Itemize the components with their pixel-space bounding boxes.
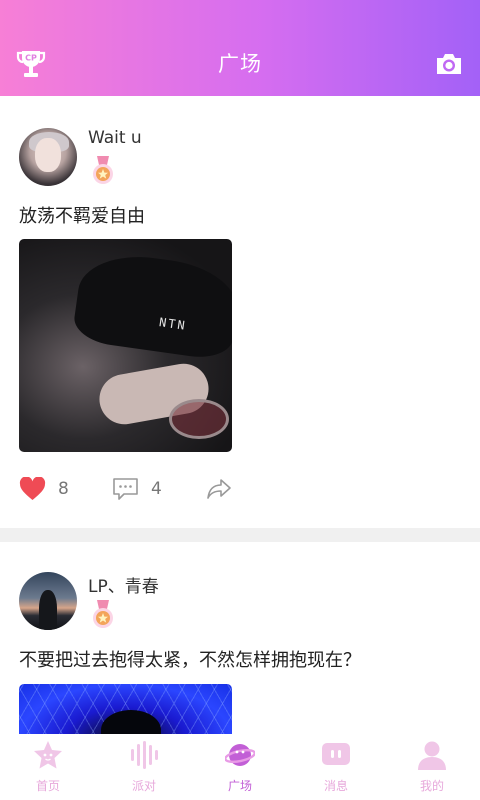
like-button[interactable]: 8 xyxy=(19,474,69,504)
tab-party[interactable]: 派对 xyxy=(96,734,192,800)
tab-square[interactable]: 广场 xyxy=(192,734,288,800)
post-text: 不要把过去抱得太紧，不然怎样拥抱现在？ xyxy=(19,650,361,671)
tab-label: 派对 xyxy=(131,779,156,793)
tab-home[interactable]: 首页 xyxy=(0,734,96,800)
message-icon xyxy=(322,743,350,765)
bottom-tab-bar: 首页 派对 广场 消息 我的 xyxy=(0,734,480,800)
comment-button[interactable]: 4 xyxy=(112,474,162,504)
avatar[interactable] xyxy=(19,128,77,186)
tab-profile[interactable]: 我的 xyxy=(384,734,480,800)
feed-post: Wait u 放荡不羁爱自由 NTN 8 4 xyxy=(0,96,480,528)
rank-medal-icon xyxy=(93,600,113,628)
post-text: 放荡不羁爱自由 xyxy=(19,206,145,227)
post-photo[interactable]: NTN xyxy=(19,239,232,452)
tab-messages[interactable]: 消息 xyxy=(288,734,384,800)
sound-wave-icon xyxy=(131,741,158,769)
square-feed[interactable]: Wait u 放荡不羁爱自由 NTN 8 4 LP、青春 不要把过去抱得太紧，不… xyxy=(0,96,480,734)
star-face-icon xyxy=(34,741,62,769)
share-button[interactable] xyxy=(206,474,232,504)
share-icon xyxy=(207,479,231,499)
profile-icon xyxy=(418,741,446,770)
feed-post: LP、青春 不要把过去抱得太紧，不然怎样拥抱现在？ xyxy=(0,542,480,734)
comment-count: 4 xyxy=(151,479,162,499)
like-count: 8 xyxy=(58,479,69,499)
page-title: 广场 xyxy=(218,52,262,76)
post-username[interactable]: LP、青春 xyxy=(88,572,159,597)
tab-label: 消息 xyxy=(323,779,348,793)
tab-label: 首页 xyxy=(35,779,60,793)
tab-label: 我的 xyxy=(419,779,444,793)
post-divider xyxy=(0,528,480,542)
post-actions: 8 4 xyxy=(0,474,480,504)
rank-medal-icon xyxy=(93,156,113,184)
heart-icon xyxy=(19,477,46,500)
avatar[interactable] xyxy=(19,572,77,630)
camera-icon[interactable] xyxy=(435,52,463,76)
tab-label: 广场 xyxy=(227,779,252,793)
comment-icon xyxy=(113,478,138,500)
planet-icon xyxy=(225,744,255,766)
top-bar: CP 广场 xyxy=(0,0,480,96)
post-username[interactable]: Wait u xyxy=(88,128,142,148)
post-photo[interactable] xyxy=(19,684,232,734)
